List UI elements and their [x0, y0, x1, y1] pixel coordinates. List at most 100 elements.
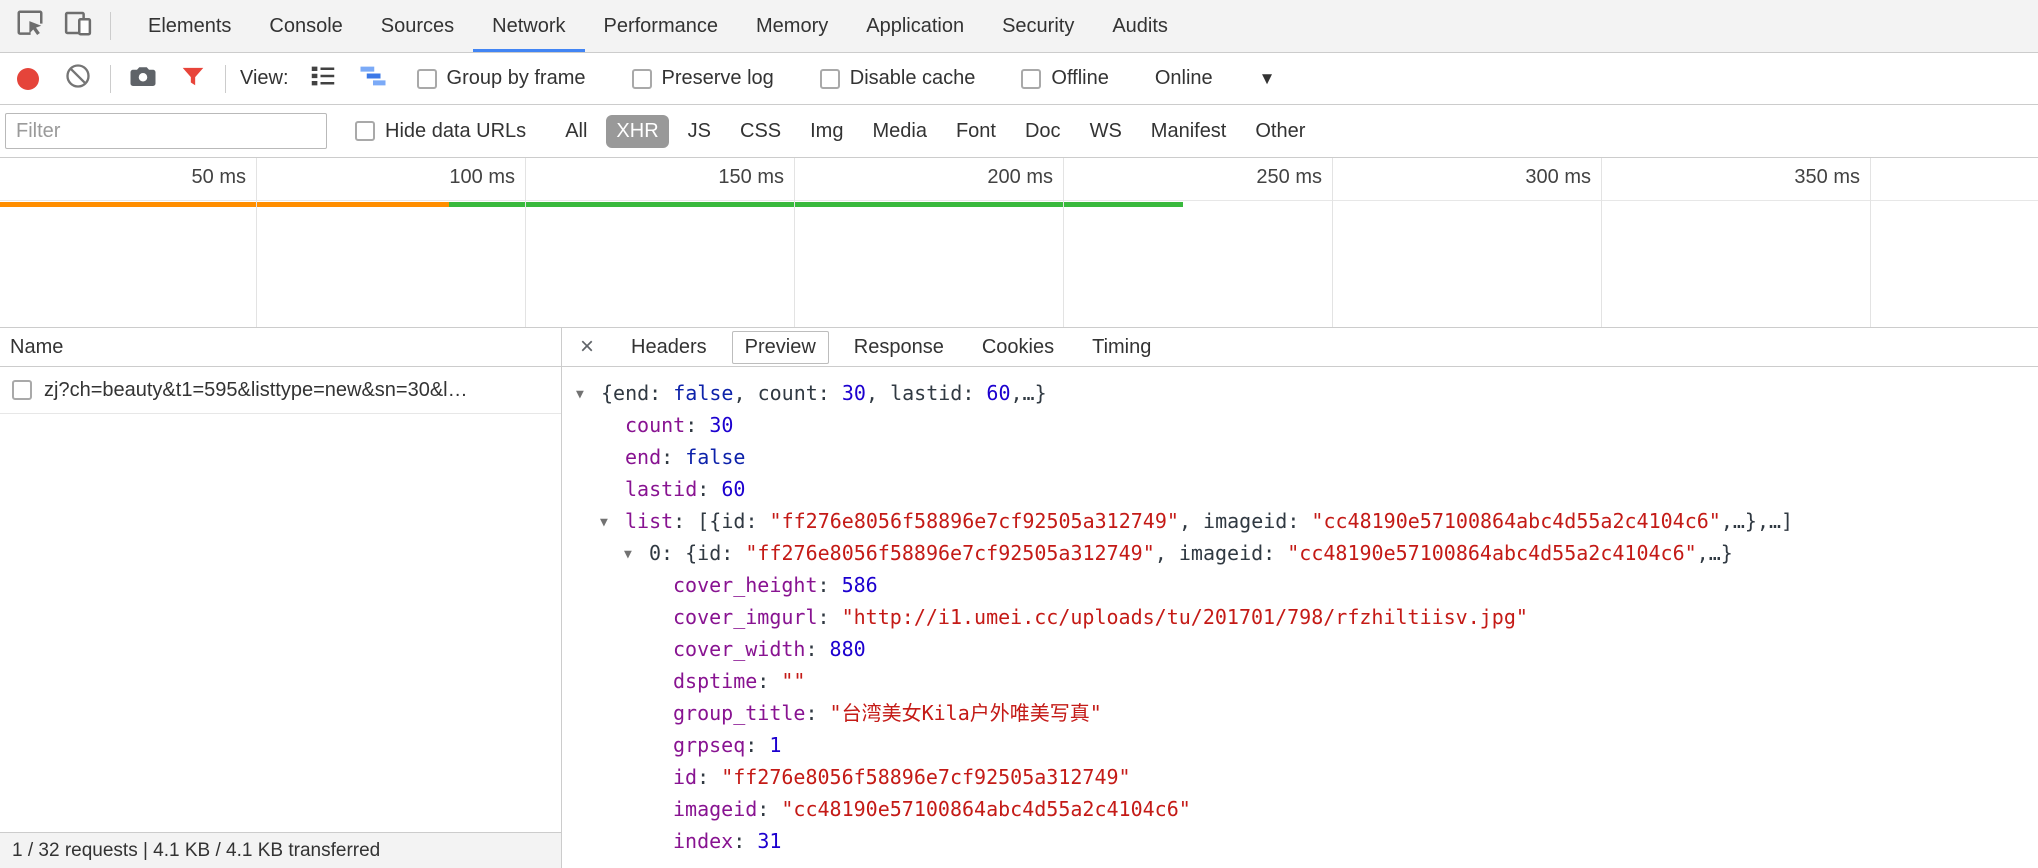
filter-img[interactable]: Img: [800, 115, 853, 148]
capture-screenshots-button[interactable]: [125, 61, 161, 97]
json-summary-key: id: [697, 541, 721, 565]
timeline-bar-orange: [0, 202, 449, 207]
tab-network[interactable]: Network: [473, 0, 584, 52]
filter-css[interactable]: CSS: [730, 115, 791, 148]
tree-row[interactable]: dsptime: "": [562, 665, 2038, 697]
expand-arrow-icon[interactable]: ▼: [600, 507, 625, 539]
waterfall-overview[interactable]: 50 ms100 ms150 ms200 ms250 ms300 ms350 m…: [0, 158, 2038, 328]
json-key: cover_height: [673, 573, 818, 597]
tree-row[interactable]: ▼list: [{id: "ff276e8056f58896e7cf92505a…: [562, 505, 2038, 537]
list-icon: [308, 61, 338, 97]
throttling-value: Online: [1155, 67, 1213, 90]
tree-row[interactable]: cover_width: 880: [562, 633, 2038, 665]
json-string: "ff276e8056f58896e7cf92505a312749": [770, 509, 1179, 533]
json-number: 31: [757, 829, 781, 853]
checkbox-box[interactable]: [417, 69, 437, 89]
json-punctuation: :: [697, 477, 721, 501]
clear-icon: [64, 62, 92, 96]
filter-font[interactable]: Font: [946, 115, 1006, 148]
request-checkbox[interactable]: [12, 380, 32, 400]
checkbox-preserve-log[interactable]: Preserve log: [632, 67, 774, 90]
tree-row[interactable]: imageid: "cc48190e57100864abc4d55a2c4104…: [562, 793, 2038, 825]
tab-memory[interactable]: Memory: [737, 0, 847, 52]
clear-requests-button[interactable]: [60, 61, 96, 97]
request-rows: zj?ch=beauty&t1=595&listtype=new&sn=30&l…: [0, 367, 561, 832]
timeline-label: 200 ms: [923, 166, 1053, 189]
json-punctuation: {: [601, 381, 613, 405]
filter-ws[interactable]: WS: [1080, 115, 1132, 148]
detail-tab-response[interactable]: Response: [841, 331, 957, 364]
waterfall-icon: [358, 61, 388, 97]
tree-row[interactable]: cover_height: 586: [562, 569, 2038, 601]
json-key: group_title: [673, 701, 805, 725]
inspect-icon: [15, 8, 45, 44]
timeline-label: 350 ms: [1730, 166, 1860, 189]
filter-media[interactable]: Media: [862, 115, 936, 148]
tree-row[interactable]: group_title: "台湾美女Kila户外唯美写真": [562, 697, 2038, 729]
expand-arrow-icon[interactable]: ▼: [576, 379, 601, 411]
tree-row[interactable]: cover_imgurl: "http://i1.umei.cc/uploads…: [562, 601, 2038, 633]
tree-row[interactable]: grpseq: 1: [562, 729, 2038, 761]
request-table-header[interactable]: Name: [0, 328, 561, 367]
checkbox-group-by-frame[interactable]: Group by frame: [417, 67, 586, 90]
tab-console[interactable]: Console: [250, 0, 361, 52]
tree-row[interactable]: ▼{end: false, count: 30, lastid: 60,…}: [562, 377, 2038, 409]
json-punctuation: :: [805, 701, 829, 725]
tree-row[interactable]: index: 31: [562, 825, 2038, 857]
json-punctuation: ,…}: [1011, 381, 1047, 405]
checkbox-offline[interactable]: Offline: [1021, 67, 1108, 90]
tree-row[interactable]: id: "ff276e8056f58896e7cf92505a312749": [562, 761, 2038, 793]
filter-manifest[interactable]: Manifest: [1141, 115, 1237, 148]
filter-other[interactable]: Other: [1245, 115, 1315, 148]
filter-xhr[interactable]: XHR: [606, 115, 668, 148]
record-button[interactable]: [10, 61, 46, 97]
json-key: cover_width: [673, 637, 805, 661]
request-row[interactable]: zj?ch=beauty&t1=595&listtype=new&sn=30&l…: [0, 367, 561, 414]
json-number: 880: [830, 637, 866, 661]
timeline-gridline: [794, 158, 795, 327]
tab-elements[interactable]: Elements: [129, 0, 250, 52]
tab-application[interactable]: Application: [847, 0, 983, 52]
small-request-rows-button[interactable]: [305, 61, 341, 97]
tab-security[interactable]: Security: [983, 0, 1093, 52]
checkbox-box[interactable]: [355, 121, 375, 141]
detail-tab-preview[interactable]: Preview: [732, 331, 829, 364]
detail-tab-headers[interactable]: Headers: [618, 331, 720, 364]
json-punctuation: ,: [1155, 541, 1179, 565]
filter-button[interactable]: [175, 61, 211, 97]
device-toolbar-icon: [63, 8, 93, 44]
detail-tab-timing[interactable]: Timing: [1079, 331, 1164, 364]
checkbox-box[interactable]: [820, 69, 840, 89]
timeline-gridline: [1601, 158, 1602, 327]
tab-audits[interactable]: Audits: [1093, 0, 1187, 52]
tab-sources[interactable]: Sources: [362, 0, 473, 52]
close-detail-button[interactable]: ×: [568, 333, 606, 361]
throttling-dropdown[interactable]: Online ▼: [1155, 67, 1276, 90]
resource-type-filters: All XHR JS CSS Img Media Font Doc WS ManifestOthe…: [546, 115, 1315, 148]
checkbox-disable-cache[interactable]: Disable cache: [820, 67, 976, 90]
device-toolbar-button[interactable]: [60, 8, 96, 44]
filter-bar: Hide data URLs All XHR JS CSS Img Media Font Do…: [0, 105, 2038, 158]
json-key: grpseq: [673, 733, 745, 757]
preview-pane: ▼{end: false, count: 30, lastid: 60,…}co…: [562, 367, 2038, 868]
expand-arrow-icon[interactable]: ▼: [624, 539, 649, 571]
tree-row[interactable]: end: false: [562, 441, 2038, 473]
json-key: id: [673, 765, 697, 789]
tree-row[interactable]: ▼0: {id: "ff276e8056f58896e7cf92505a3127…: [562, 537, 2038, 569]
show-overview-button[interactable]: [355, 61, 391, 97]
filter-js[interactable]: JS: [678, 115, 721, 148]
timeline-header-divider: [0, 200, 2038, 201]
checkbox-box[interactable]: [632, 69, 652, 89]
tree-row[interactable]: count: 30: [562, 409, 2038, 441]
name-column-header: Name: [10, 336, 63, 359]
filter-all[interactable]: All: [555, 115, 597, 148]
checkbox-box[interactable]: [1021, 69, 1041, 89]
detail-tab-cookies[interactable]: Cookies: [969, 331, 1067, 364]
tab-performance[interactable]: Performance: [585, 0, 738, 52]
checkbox-hide-data-urls[interactable]: Hide data URLs: [355, 120, 526, 143]
filter-doc[interactable]: Doc: [1015, 115, 1071, 148]
funnel-icon: [180, 63, 206, 95]
inspect-element-button[interactable]: [12, 8, 48, 44]
tree-row[interactable]: lastid: 60: [562, 473, 2038, 505]
filter-input[interactable]: [5, 113, 327, 149]
